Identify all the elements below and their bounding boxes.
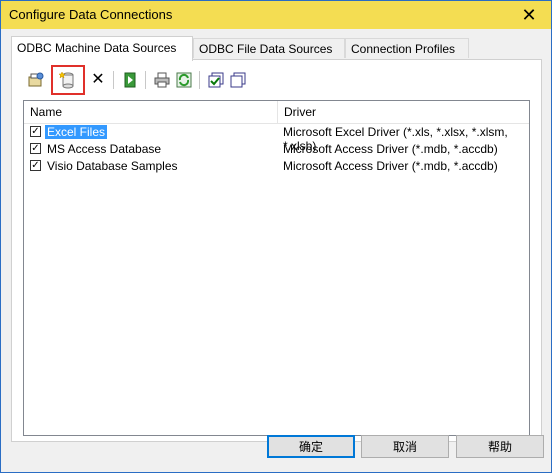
toolbar-separator <box>145 71 146 89</box>
delete-button[interactable]: ✕ <box>87 69 109 91</box>
tab-odbc-machine-data-sources[interactable]: ODBC Machine Data Sources <box>11 36 193 61</box>
tab-odbc-file-data-sources[interactable]: ODBC File Data Sources <box>193 38 345 58</box>
row-driver: Microsoft Access Driver (*.mdb, *.accdb) <box>283 142 498 156</box>
close-button[interactable]: ✕ <box>507 1 551 29</box>
tab-label: ODBC File Data Sources <box>199 42 333 56</box>
column-header-name[interactable]: Name <box>24 101 278 123</box>
toolbar-separator <box>113 71 114 89</box>
row-name: MS Access Database <box>47 142 162 156</box>
row-checkbox[interactable]: ✓ <box>30 160 41 171</box>
refresh-button[interactable] <box>173 69 195 91</box>
cancel-button-label: 取消 <box>392 440 417 454</box>
ok-button[interactable]: 确定 <box>267 435 355 458</box>
list-item[interactable]: ✓ Excel Files Microsoft Excel Driver (*.… <box>24 124 529 153</box>
tab-connection-profiles[interactable]: Connection Profiles <box>345 38 469 58</box>
ok-button-label: 确定 <box>298 440 323 454</box>
close-icon: ✕ <box>521 4 537 25</box>
toolbar-separator <box>199 71 200 89</box>
test-connection-button[interactable] <box>119 69 141 91</box>
print-icon <box>154 72 170 88</box>
row-driver: Microsoft Access Driver (*.mdb, *.accdb) <box>283 159 498 173</box>
row-name: Visio Database Samples <box>47 159 178 173</box>
title-bar[interactable]: Configure Data Connections ✕ <box>1 1 551 29</box>
tab-label: Connection Profiles <box>351 42 456 56</box>
list-header: Name Driver <box>24 101 529 124</box>
print-button[interactable] <box>151 69 173 91</box>
dialog-window: Configure Data Connections ✕ ODBC Machin… <box>0 0 552 473</box>
refresh-icon <box>176 72 192 88</box>
tab-label: ODBC Machine Data Sources <box>17 41 177 55</box>
check-all-icon <box>208 72 224 88</box>
dialog-client: ODBC Machine Data Sources ODBC File Data… <box>1 29 551 472</box>
list-item[interactable]: ✓ Visio Database Samples Microsoft Acces… <box>24 158 529 175</box>
new-datasource-icon <box>59 71 74 89</box>
check-all-button[interactable] <box>205 69 227 91</box>
cancel-button[interactable]: 取消 <box>361 435 449 458</box>
delete-icon: ✕ <box>91 71 105 88</box>
row-name: Excel Files <box>45 125 108 139</box>
configure-icon <box>28 72 44 87</box>
column-header-driver[interactable]: Driver <box>277 101 530 123</box>
data-sources-list[interactable]: Name Driver ✓ Excel Files Microsoft Exce… <box>23 100 530 436</box>
tab-panel: ✕ Name Driver ✓ Excel Files Microsoft Ex… <box>11 59 542 442</box>
row-checkbox[interactable]: ✓ <box>30 126 41 137</box>
test-connection-icon <box>124 72 136 88</box>
new-datasource-button[interactable] <box>51 65 85 95</box>
uncheck-all-icon <box>230 72 246 88</box>
uncheck-all-button[interactable] <box>227 69 249 91</box>
list-item[interactable]: ✓ MS Access Database Microsoft Access Dr… <box>24 141 529 158</box>
help-button[interactable]: 帮助 <box>456 435 544 458</box>
help-button-label: 帮助 <box>487 440 512 454</box>
configure-button[interactable] <box>25 69 47 91</box>
row-checkbox[interactable]: ✓ <box>30 143 41 154</box>
window-title: Configure Data Connections <box>9 7 173 22</box>
